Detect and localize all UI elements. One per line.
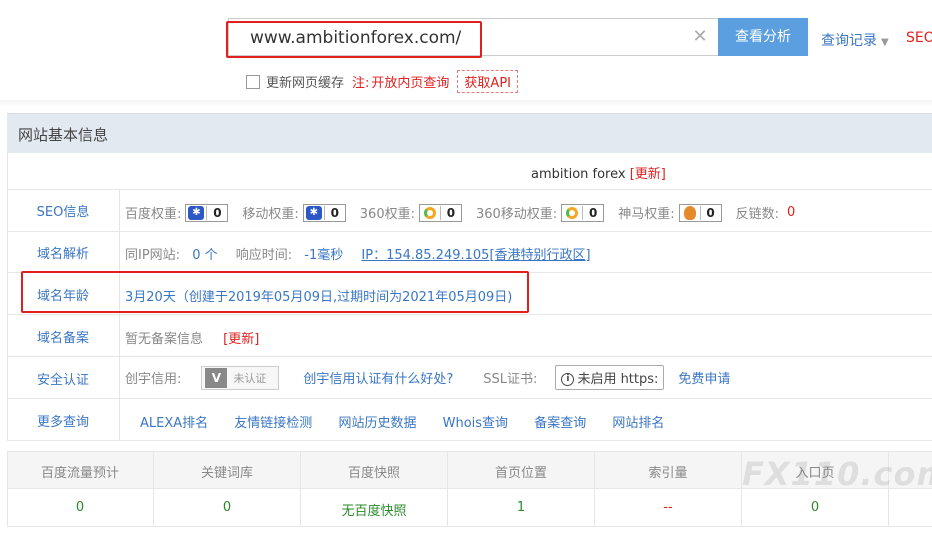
icp-update-link[interactable]: [更新]	[223, 332, 259, 347]
chevron-down-icon: ▼	[881, 37, 889, 48]
row-divider	[7, 189, 932, 190]
query-history-link[interactable]: 查询记录 ▼	[821, 30, 889, 50]
row-divider	[7, 356, 932, 357]
360-mobile-weight-value: 0	[582, 205, 603, 220]
row-label-more: 更多查询	[36, 415, 89, 430]
response-time-label: 响应时间:	[235, 248, 293, 263]
backlink-label: 反链数:	[735, 207, 779, 222]
icp-value: 暂无备案信息	[125, 332, 204, 347]
friend-link-check-link[interactable]: 友情链接检测	[234, 416, 312, 431]
row-divider	[7, 231, 932, 232]
shenma-weight-badge[interactable]: 0	[678, 203, 722, 222]
credit-cert-badge[interactable]: V 未认证	[201, 365, 280, 390]
row-label-icp: 域名备案	[36, 331, 89, 346]
same-ip-label: 同IP网站:	[125, 248, 181, 263]
site-name-row: ambition forex [更新]	[531, 163, 666, 182]
history-data-link[interactable]: 网站历史数据	[338, 416, 416, 431]
update-link[interactable]: [更新]	[630, 167, 666, 182]
stat-value: 0	[810, 500, 820, 515]
inner-page-link[interactable]: 开放内页查询	[371, 72, 449, 91]
360-weight-value: 0	[439, 205, 461, 220]
ssl-apply-link[interactable]: 免费申请	[678, 368, 730, 387]
watermark-logo: FX110.com	[742, 455, 932, 493]
highlight-box-url	[226, 21, 482, 58]
mobile-weight-value: 0	[323, 205, 345, 220]
360-logo-icon	[423, 206, 436, 219]
360-weight-label: 360权重:	[359, 207, 415, 222]
shenma-weight-label: 神马权重:	[618, 207, 675, 222]
verified-icon: V	[205, 367, 228, 388]
panel-title: 网站基本信息	[18, 126, 109, 144]
360-logo-icon	[566, 206, 579, 219]
360-mobile-weight-badge[interactable]: 0	[561, 203, 605, 222]
stat-value: 0	[75, 500, 85, 515]
icp-row: 暂无备案信息 [更新]	[125, 328, 259, 347]
stat-value: 1	[516, 500, 526, 515]
highlight-box-age	[21, 271, 529, 313]
stat-header: 首页位置	[494, 466, 547, 481]
same-ip-value[interactable]: 0 个	[192, 248, 217, 263]
cert-benefit-link[interactable]: 创宇信用认证有什么好处?	[303, 368, 453, 387]
whois-link[interactable]: Whois查询	[443, 416, 508, 431]
stat-value: 无百度快照	[341, 504, 407, 519]
analyze-button[interactable]: 查看分析	[718, 18, 808, 56]
ip-link[interactable]: IP：154.85.249.105[香港特别行政区]	[361, 248, 590, 263]
site-rank-link[interactable]: 网站排名	[612, 416, 664, 431]
ssl-status: 未启用 https:	[577, 372, 659, 387]
icp-query-link[interactable]: 备案查询	[534, 416, 586, 431]
credit-label: 创宇信用:	[125, 372, 182, 387]
row-divider	[7, 398, 932, 399]
row-label-dns: 域名解析	[36, 247, 89, 262]
mobile-weight-badge[interactable]: ✱ 0	[302, 203, 346, 222]
cert-status: 未认证	[233, 371, 267, 385]
info-icon: i	[561, 373, 575, 386]
divider	[0, 100, 932, 106]
close-icon[interactable]: ✕	[690, 26, 710, 48]
row-divider	[7, 314, 932, 315]
seo-row: 百度权重: ✱ 0 移动权重: ✱ 0 360权重: 0 360移动权重: 0 神马…	[125, 203, 795, 222]
row-label-security: 安全认证	[36, 373, 89, 388]
stat-value: 0	[222, 500, 232, 515]
security-row: 创宇信用: V 未认证 创宇信用认证有什么好处? SSL证书: i 未启用 htt…	[125, 365, 730, 390]
panel-header	[7, 113, 932, 153]
dns-row: 同IP网站: 0 个 响应时间: -1毫秒 IP：154.85.249.105[…	[125, 244, 591, 263]
get-api-button[interactable]: 获取API	[457, 70, 518, 93]
cache-checkbox[interactable]	[246, 74, 260, 89]
baidu-weight-label: 百度权重:	[125, 207, 182, 222]
backlink-value[interactable]: 0	[787, 205, 795, 220]
baidu-paw-icon: ✱	[305, 205, 322, 220]
row-divider	[7, 526, 932, 527]
stat-header: 索引量	[648, 466, 688, 481]
baidu-weight-badge[interactable]: ✱ 0	[185, 203, 229, 222]
col-divider	[119, 189, 120, 440]
shenma-medal-icon	[683, 205, 696, 220]
alexa-link[interactable]: ALEXA排名	[140, 416, 208, 431]
360-mobile-weight-label: 360移动权重:	[475, 207, 558, 222]
more-links: ALEXA排名 友情链接检测 网站历史数据 Whois查询 备案查询 网站排名	[140, 412, 686, 431]
stat-header: 百度流量预计	[40, 466, 119, 481]
stat-header: 关键词库	[200, 466, 253, 481]
ssl-label: SSL证书:	[483, 372, 538, 387]
shenma-weight-value: 0	[699, 205, 721, 220]
search-options: 更新网页缓存 注: 开放内页查询 获取API	[246, 70, 518, 93]
seo-link[interactable]: SEO	[906, 30, 932, 46]
360-weight-badge[interactable]: 0	[418, 203, 462, 222]
mobile-weight-label: 移动权重:	[242, 207, 299, 222]
response-time-value: -1毫秒	[304, 248, 344, 263]
row-divider	[7, 440, 932, 441]
stat-value: --	[663, 500, 673, 515]
cache-label: 更新网页缓存	[266, 76, 345, 91]
row-label-seo: SEO信息	[36, 205, 90, 220]
ssl-status-badge: i 未启用 https:	[555, 365, 665, 390]
baidu-paw-icon: ✱	[188, 205, 205, 220]
note-label: 注:	[352, 76, 370, 91]
baidu-weight-value: 0	[206, 205, 227, 220]
site-name: ambition forex	[531, 167, 626, 182]
stat-header: 百度快照	[347, 466, 400, 481]
